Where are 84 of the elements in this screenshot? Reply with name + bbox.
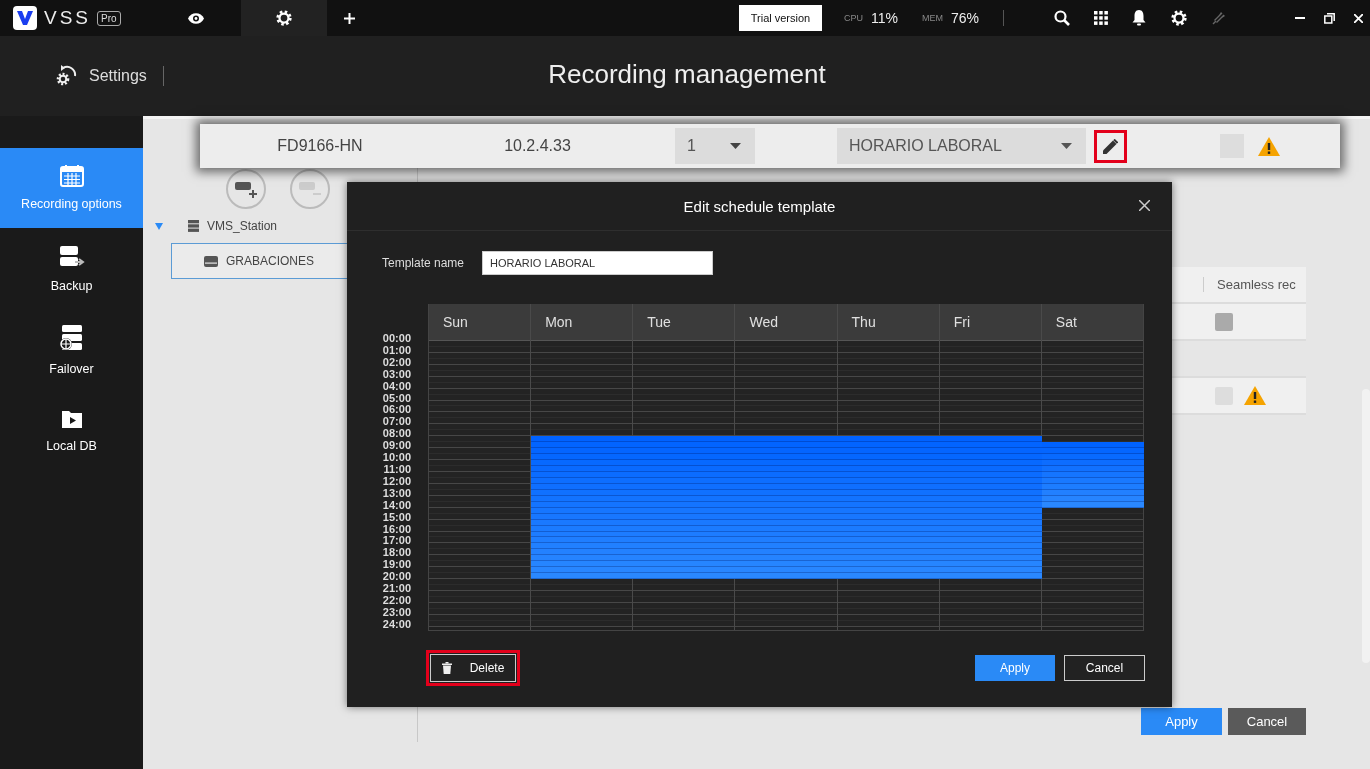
hour-label: 08:00 <box>382 428 412 441</box>
drive-icon <box>204 255 218 267</box>
bell-icon[interactable] <box>1132 10 1146 26</box>
search-icon[interactable] <box>1054 10 1070 26</box>
hour-label: 04:00 <box>382 380 412 393</box>
server-arrow-icon <box>58 245 85 269</box>
hour-label: 13:00 <box>382 487 412 500</box>
hour-label: 14:00 <box>382 499 412 512</box>
edit-button[interactable] <box>1094 129 1127 163</box>
hour-label: 23:00 <box>382 606 412 619</box>
folder-play-icon <box>60 409 83 429</box>
cpu-label: CPU <box>843 13 863 23</box>
trash-icon <box>441 661 452 674</box>
page-title: Recording management <box>548 59 826 89</box>
ip-address: 10.2.4.33 <box>503 137 572 155</box>
section-title: Settings <box>89 67 147 85</box>
device-name: FD9166-HN <box>276 137 364 155</box>
settings-icon[interactable] <box>1170 9 1188 27</box>
pencil-icon <box>1103 138 1118 154</box>
hour-label: 12:00 <box>382 475 412 488</box>
hour-label: 00:00 <box>382 333 412 345</box>
grid-icon[interactable] <box>1094 11 1108 25</box>
hour-label: 21:00 <box>382 583 412 595</box>
hour-label: 05:00 <box>382 392 412 405</box>
edition-badge: Pro <box>97 10 121 26</box>
hour-label: 02:00 <box>382 356 412 369</box>
settings-sync-icon <box>55 65 77 87</box>
hour-label: 16:00 <box>382 523 412 536</box>
close-icon[interactable] <box>1139 200 1150 211</box>
hour-label: 19:00 <box>382 559 412 572</box>
pin-off-icon[interactable] <box>1212 11 1226 25</box>
server-icon <box>188 220 199 232</box>
hour-label: 22:00 <box>382 594 412 607</box>
hour-label: 15:00 <box>382 511 412 524</box>
schedule-grid[interactable]: Sun Mon Tue Wed Thu Fri Sat <box>428 304 1144 631</box>
add-tab-icon[interactable] <box>344 12 355 24</box>
caret-icon <box>730 143 741 149</box>
column-header: Seamless rec <box>1203 277 1306 292</box>
day-header: Sat <box>1041 304 1143 341</box>
server-globe-icon <box>58 324 85 352</box>
hour-label: 17:00 <box>382 535 412 548</box>
hour-label: 24:00 <box>382 618 412 631</box>
day-header: Fri <box>939 304 1041 341</box>
stream-dropdown[interactable]: 1 <box>675 128 755 164</box>
hour-label: 03:00 <box>382 368 412 381</box>
day-header: Mon <box>531 304 633 341</box>
hour-label: 20:00 <box>382 571 412 584</box>
day-header: Sun <box>429 304 531 341</box>
dialog-title: Edit schedule template <box>683 197 836 215</box>
drive-plus-icon <box>233 179 259 199</box>
minimize-icon[interactable] <box>1295 17 1305 19</box>
mem-label: MEM <box>921 13 943 23</box>
hour-label: 07:00 <box>382 416 412 429</box>
hour-label: 09:00 <box>382 440 412 453</box>
schedule-dropdown[interactable]: HORARIO LABORAL <box>837 128 1086 164</box>
logo-icon <box>13 6 37 30</box>
app-logo: VSS <box>44 7 92 29</box>
day-header: Thu <box>837 304 939 341</box>
cancel-button[interactable]: Cancel <box>1228 708 1306 735</box>
day-header: Wed <box>735 304 837 341</box>
expanded-arrow-icon[interactable] <box>155 222 163 230</box>
eye-icon <box>188 12 204 24</box>
restore-icon[interactable] <box>1324 12 1335 24</box>
hour-label: 10:00 <box>382 452 412 464</box>
delete-button[interactable]: Delete <box>426 649 520 686</box>
checkbox[interactable] <box>1215 312 1233 331</box>
day-header: Tue <box>633 304 735 341</box>
sidebar-item[interactable]: Backup <box>0 229 143 309</box>
mem-value: 76% <box>950 10 979 26</box>
cancel-button[interactable]: Cancel <box>1064 654 1145 681</box>
sidebar-item[interactable]: Failover <box>0 310 143 390</box>
sidebar-item[interactable]: Local DB <box>0 391 143 471</box>
trial-version-button[interactable]: Trial version <box>738 5 822 31</box>
app-tab[interactable] <box>241 0 327 36</box>
hour-label: 01:00 <box>382 344 412 357</box>
gear-icon <box>275 9 293 27</box>
hour-label: 06:00 <box>382 404 412 417</box>
hour-label: 11:00 <box>382 463 412 476</box>
template-name-field[interactable]: HORARIO LABORAL <box>482 251 714 275</box>
hour-label: 18:00 <box>382 547 412 560</box>
calendar-icon <box>59 165 84 187</box>
cpu-value: 11% <box>871 10 898 26</box>
caret-icon <box>1061 143 1072 149</box>
tree-item[interactable]: VMS_Station <box>143 209 417 243</box>
